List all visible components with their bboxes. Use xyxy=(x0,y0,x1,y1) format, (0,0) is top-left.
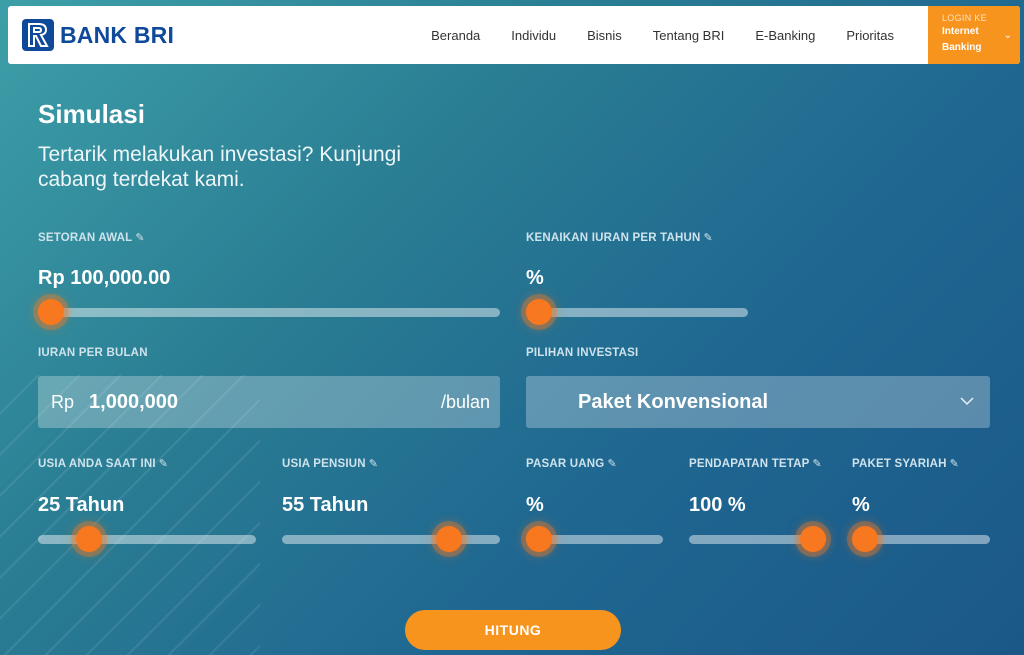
login-title-line-2: Banking xyxy=(942,42,982,53)
pilihan-investasi-select[interactable]: Paket Konvensional xyxy=(526,376,990,428)
usia-saat-ini-label: USIA ANDA SAAT INI ✎ xyxy=(38,457,168,470)
setoran-awal-value: Rp 100,000.00 xyxy=(38,267,171,289)
pencil-icon[interactable]: ✎ xyxy=(135,231,144,244)
usia-pensiun-label: USIA PENSIUN ✎ xyxy=(282,457,378,470)
nav-item-tentang-bri[interactable]: Tentang BRI xyxy=(653,28,725,43)
paket-syariah-label-text: PAKET SYARIAH xyxy=(852,458,947,470)
hitung-button[interactable]: HITUNG xyxy=(405,610,621,650)
pencil-icon[interactable]: ✎ xyxy=(813,457,822,470)
pilihan-investasi-value: Paket Konvensional xyxy=(578,390,769,413)
pendapatan-tetap-slider-thumb[interactable] xyxy=(800,526,826,552)
brand-logo[interactable]: BANK BRI xyxy=(22,19,174,51)
setoran-awal-label: SETORAN AWAL ✎ xyxy=(38,231,145,244)
setoran-awal-slider-thumb[interactable] xyxy=(38,299,64,325)
pasar-uang-label-text: PASAR UANG xyxy=(526,458,605,470)
usia-saat-ini-label-text: USIA ANDA SAAT INI xyxy=(38,458,156,470)
kenaikan-iuran-slider-thumb[interactable] xyxy=(526,299,552,325)
pendapatan-tetap-label: PENDAPATAN TETAP ✎ xyxy=(689,457,822,470)
pendapatan-tetap-value: 100 % xyxy=(689,494,746,516)
paket-syariah-slider[interactable] xyxy=(852,526,990,552)
nav-item-e-banking[interactable]: E-Banking xyxy=(755,28,815,43)
kenaikan-iuran-label-text: KENAIKAN IURAN PER TAHUN xyxy=(526,232,701,244)
login-internet-banking-button[interactable]: LOGIN KE Internet Banking ⌄ xyxy=(928,6,1020,64)
pasar-uang-label: PASAR UANG ✎ xyxy=(526,457,617,470)
usia-saat-ini-slider-thumb[interactable] xyxy=(76,526,103,552)
paket-syariah-slider-thumb[interactable] xyxy=(852,526,878,552)
chevron-down-icon: ⌄ xyxy=(1003,30,1012,41)
paket-syariah-label: PAKET SYARIAH ✎ xyxy=(852,457,959,470)
top-navbar: BANK BRI Beranda Individu Bisnis Tentang… xyxy=(8,6,1020,64)
paket-syariah-value: % xyxy=(852,494,870,516)
brand-name: BANK BRI xyxy=(60,21,175,48)
pencil-icon[interactable]: ✎ xyxy=(607,457,616,470)
iuran-per-bulan-field[interactable]: Rp /bulan xyxy=(38,376,500,428)
usia-pensiun-slider-thumb[interactable] xyxy=(435,526,462,552)
usia-pensiun-label-text: USIA PENSIUN xyxy=(282,458,366,470)
nav-item-prioritas[interactable]: Prioritas xyxy=(846,28,894,43)
pencil-icon[interactable]: ✎ xyxy=(704,231,713,244)
page-title: Simulasi xyxy=(38,99,145,129)
login-caption: LOGIN KE xyxy=(942,13,987,23)
per-month-suffix: /bulan xyxy=(440,391,490,412)
pasar-uang-slider-thumb[interactable] xyxy=(526,526,552,552)
main-menu: Beranda Individu Bisnis Tentang BRI E-Ba… xyxy=(400,28,894,43)
pencil-icon[interactable]: ✎ xyxy=(950,457,959,470)
kenaikan-iuran-value: % xyxy=(526,267,544,289)
pilihan-investasi-label: PILIHAN INVESTASI xyxy=(526,347,639,359)
pasar-uang-value: % xyxy=(526,494,544,516)
currency-prefix: Rp xyxy=(51,391,75,412)
chevron-down-icon xyxy=(960,393,974,411)
pendapatan-tetap-label-text: PENDAPATAN TETAP xyxy=(689,458,810,470)
setoran-awal-label-text: SETORAN AWAL xyxy=(38,232,133,244)
bri-logo-icon xyxy=(22,19,54,51)
nav-item-individu[interactable]: Individu xyxy=(511,28,556,43)
usia-saat-ini-value: 25 Tahun xyxy=(38,494,125,516)
pencil-icon[interactable]: ✎ xyxy=(159,457,168,470)
pendapatan-tetap-slider[interactable] xyxy=(689,526,826,552)
usia-pensiun-value: 55 Tahun xyxy=(282,494,369,516)
setoran-awal-slider[interactable] xyxy=(38,299,500,325)
usia-saat-ini-slider[interactable] xyxy=(38,526,256,552)
pasar-uang-slider[interactable] xyxy=(526,526,663,552)
pencil-icon[interactable]: ✎ xyxy=(369,457,378,470)
kenaikan-iuran-slider[interactable] xyxy=(526,299,748,325)
kenaikan-iuran-label: KENAIKAN IURAN PER TAHUN ✎ xyxy=(526,231,713,244)
iuran-per-bulan-input[interactable] xyxy=(89,390,360,414)
nav-item-beranda[interactable]: Beranda xyxy=(431,28,480,43)
page-subtitle: Tertarik melakukan investasi? Kunjungi c… xyxy=(38,143,402,191)
nav-item-bisnis[interactable]: Bisnis xyxy=(587,28,622,43)
usia-pensiun-slider[interactable] xyxy=(282,526,500,552)
iuran-per-bulan-label: IURAN PER BULAN xyxy=(38,347,148,359)
